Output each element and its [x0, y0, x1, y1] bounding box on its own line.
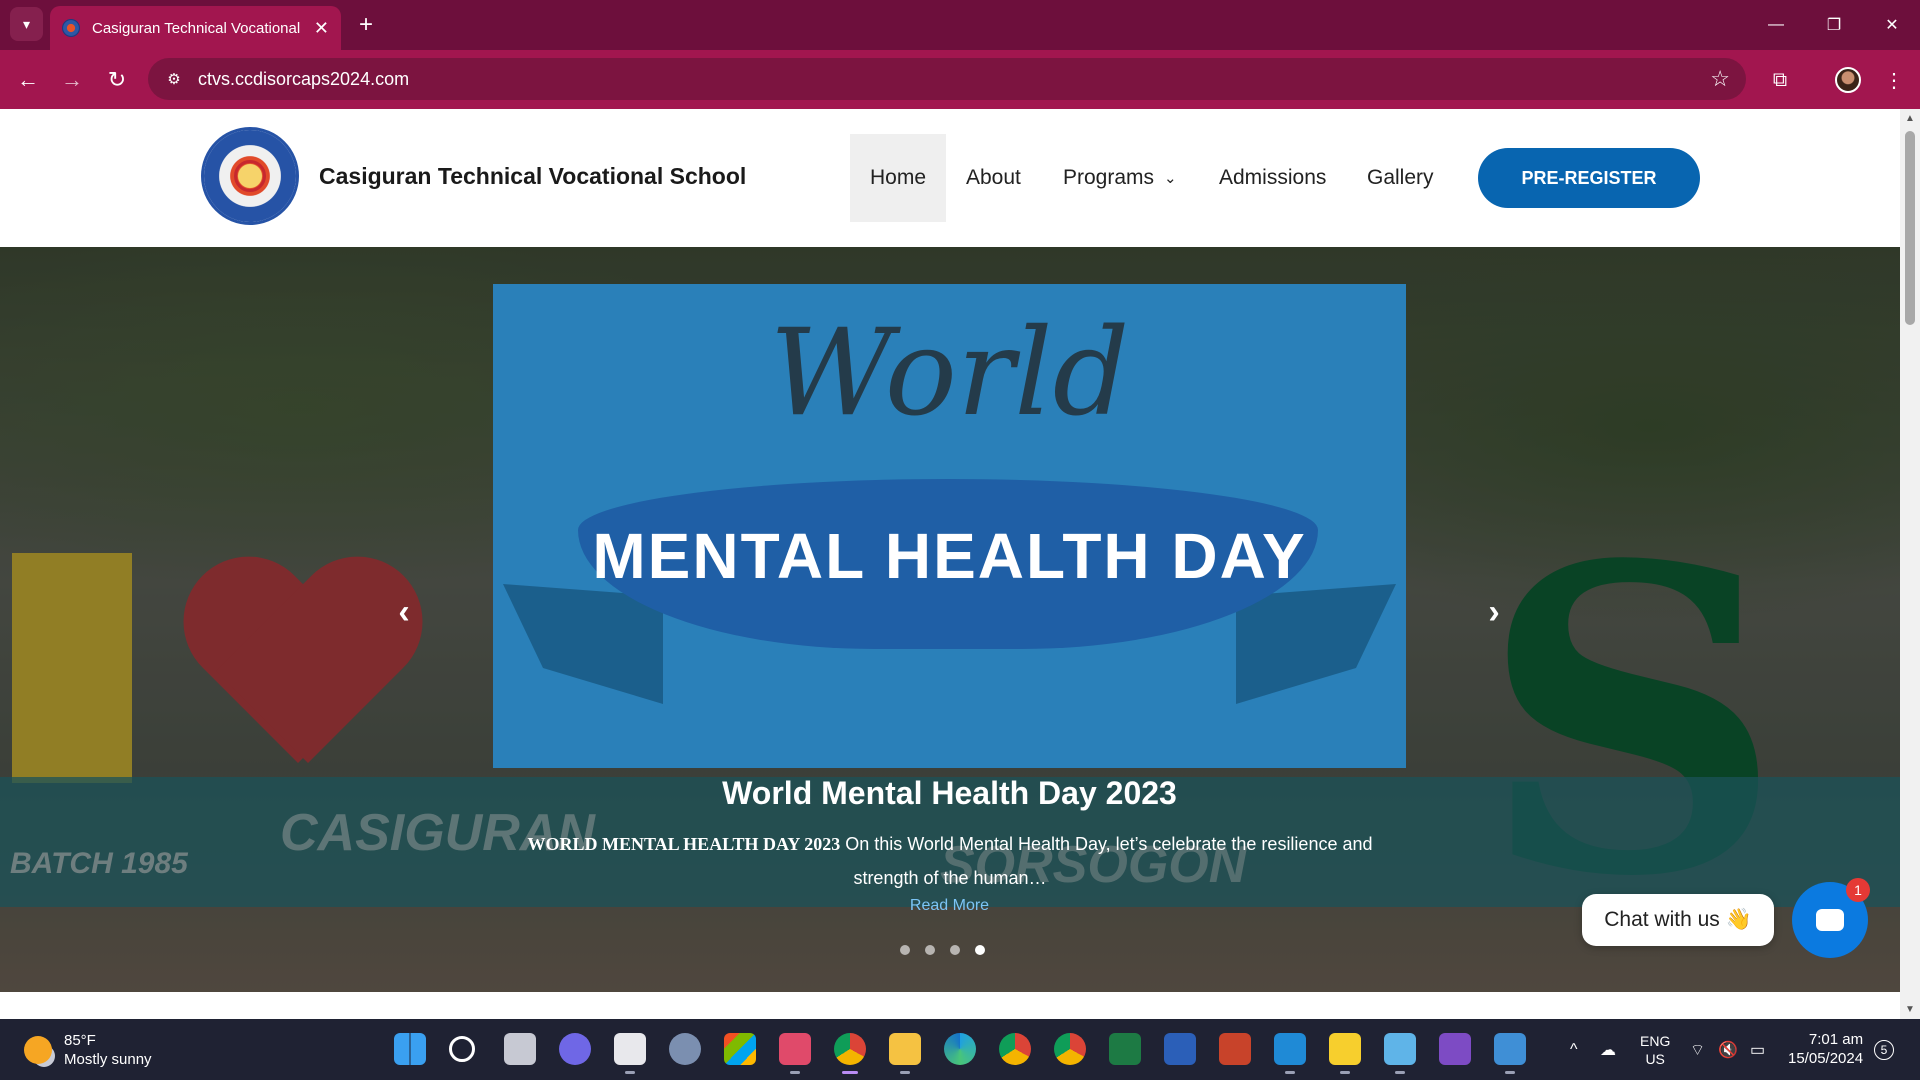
slide-image[interactable]: World MENTAL HEALTH DAY — [493, 284, 1406, 768]
teams-chat-icon[interactable] — [559, 1033, 591, 1065]
notepad-alt-icon[interactable] — [1384, 1033, 1416, 1074]
page-scrollbar[interactable]: ▲ ▼ — [1900, 109, 1920, 1019]
battery-icon[interactable]: ▭ — [1750, 1019, 1765, 1080]
chrome-icon[interactable] — [999, 1033, 1031, 1065]
new-tab-icon[interactable]: + — [352, 9, 380, 41]
url-text: ctvs.ccdisorcaps2024.com — [198, 68, 410, 89]
notepad-icon[interactable] — [614, 1033, 646, 1074]
site-header: Casiguran Technical Vocational School Ho… — [0, 109, 1900, 247]
lang-bottom: US — [1645, 1050, 1665, 1067]
ribbon-tail-right — [1236, 584, 1396, 704]
slide-image-ribbon-text: MENTAL HEALTH DAY — [592, 520, 1307, 592]
slide-description-body: On this World Mental Health Day, let’s c… — [840, 834, 1373, 888]
word-icon[interactable] — [1164, 1033, 1196, 1065]
browser-tab[interactable]: Casiguran Technical Vocational ✕ — [50, 6, 341, 50]
system-clock[interactable]: 7:01 am 15/05/2024 — [1788, 1030, 1863, 1068]
nav-programs[interactable]: Programs ⌄ — [1063, 134, 1177, 222]
pre-register-button[interactable]: PRE-REGISTER — [1478, 148, 1700, 208]
snipping-tool-icon[interactable] — [779, 1033, 811, 1074]
scroll-thumb[interactable] — [1905, 131, 1915, 325]
sticky-notes-icon[interactable] — [1329, 1033, 1361, 1074]
restore-icon[interactable]: ❐ — [1806, 0, 1862, 50]
windows-taskbar: 85°F Mostly sunny — [0, 1019, 1920, 1080]
tab-search-icon[interactable]: ▾ — [10, 7, 43, 41]
search-icon[interactable] — [449, 1036, 475, 1062]
site-favicon-icon — [62, 19, 80, 37]
forward-icon[interactable]: → — [54, 62, 90, 98]
weather-desc: Mostly sunny — [64, 1051, 152, 1068]
paint-icon[interactable] — [1494, 1033, 1526, 1074]
carousel-dot-active[interactable] — [975, 945, 985, 955]
nav-admissions[interactable]: Admissions — [1219, 134, 1326, 222]
scroll-down-icon[interactable]: ▼ — [1900, 1004, 1920, 1015]
profile-avatar[interactable] — [1830, 62, 1866, 98]
vscode-icon[interactable] — [1274, 1033, 1306, 1074]
weather-temp: 85°F — [64, 1032, 96, 1049]
read-more-link[interactable]: Read More — [493, 897, 1406, 915]
extensions-icon[interactable]: ⧉ — [1762, 62, 1798, 98]
star-icon[interactable]: ☆ — [1710, 66, 1730, 92]
carousel-dot[interactable] — [950, 945, 960, 955]
start-icon[interactable] — [394, 1033, 426, 1065]
slide-description: WORLD MENTAL HEALTH DAY 2023 On this Wor… — [510, 827, 1390, 895]
address-bar[interactable]: ⚙ ctvs.ccdisorcaps2024.com ☆ — [148, 58, 1746, 100]
menu-icon[interactable]: ⋮ — [1876, 62, 1912, 98]
carousel-dot[interactable] — [925, 945, 935, 955]
slide-image-script-word: World — [769, 304, 1130, 443]
nav-about[interactable]: About — [966, 134, 1021, 222]
edge-icon[interactable] — [944, 1033, 976, 1065]
window-close-icon[interactable]: ✕ — [1864, 0, 1920, 50]
tab-title: Casiguran Technical Vocational — [92, 19, 301, 37]
carousel-indicators — [900, 945, 985, 955]
weather-sunny-icon — [24, 1036, 52, 1064]
task-view-icon[interactable] — [504, 1033, 536, 1065]
lang-top: ENG — [1640, 1032, 1671, 1049]
weather-widget[interactable]: 85°F Mostly sunny — [24, 1031, 152, 1069]
chat-unread-badge: 1 — [1846, 878, 1870, 902]
store-icon[interactable] — [724, 1033, 756, 1065]
powerpoint-icon[interactable] — [1219, 1033, 1251, 1065]
scroll-up-icon[interactable]: ▲ — [1900, 113, 1920, 124]
browser-toolbar: ← → ↻ ⚙ ctvs.ccdisorcaps2024.com ☆ ⧉ ⋮ — [0, 50, 1920, 109]
notification-count[interactable]: 5 — [1874, 1040, 1894, 1060]
chrome-alt-icon[interactable] — [1054, 1033, 1086, 1065]
carousel-prev-icon[interactable]: ‹ — [384, 592, 424, 632]
chrome-profile-icon[interactable] — [834, 1033, 866, 1074]
hero-carousel: S CASIGURAN SORSOGON BATCH 1985 World ME… — [0, 247, 1900, 992]
close-icon[interactable]: ✕ — [314, 18, 329, 39]
nav-programs-label: Programs — [1063, 166, 1155, 189]
chat-prompt[interactable]: Chat with us 👋 — [1582, 894, 1774, 946]
slide-description-lead: WORLD MENTAL HEALTH DAY 2023 — [527, 834, 841, 854]
file-explorer-icon[interactable] — [889, 1033, 921, 1074]
settings-icon[interactable] — [669, 1033, 701, 1065]
carousel-next-icon[interactable]: › — [1474, 592, 1514, 632]
school-name[interactable]: Casiguran Technical Vocational School — [319, 163, 746, 190]
chevron-down-icon: ⌄ — [1164, 170, 1177, 187]
slide-title: World Mental Health Day 2023 — [722, 775, 1177, 811]
site-info-icon[interactable]: ⚙ — [154, 70, 194, 88]
clock-time: 7:01 am — [1808, 1031, 1864, 1048]
chat-icon — [1816, 909, 1844, 931]
volume-muted-icon[interactable]: 🔇 — [1718, 1019, 1738, 1080]
minimize-icon[interactable]: — — [1748, 0, 1804, 50]
browser-tab-bar: ▾ Casiguran Technical Vocational ✕ + — ❐… — [0, 0, 1920, 50]
nav-gallery[interactable]: Gallery — [1367, 134, 1434, 222]
back-icon[interactable]: ← — [10, 62, 46, 98]
clock-date: 15/05/2024 — [1788, 1050, 1864, 1067]
reload-icon[interactable]: ↻ — [99, 62, 135, 98]
onedrive-icon[interactable]: ☁ — [1600, 1019, 1616, 1080]
wifi-icon[interactable]: ⌔ — [1690, 1019, 1705, 1080]
excel-icon[interactable] — [1109, 1033, 1141, 1065]
visual-studio-icon[interactable] — [1439, 1033, 1471, 1065]
tray-chevron-icon[interactable]: ^ — [1570, 1019, 1578, 1080]
carousel-dot[interactable] — [900, 945, 910, 955]
school-logo[interactable] — [204, 130, 296, 222]
language-indicator[interactable]: ENG US — [1640, 1019, 1670, 1080]
nav-home[interactable]: Home — [850, 134, 946, 222]
